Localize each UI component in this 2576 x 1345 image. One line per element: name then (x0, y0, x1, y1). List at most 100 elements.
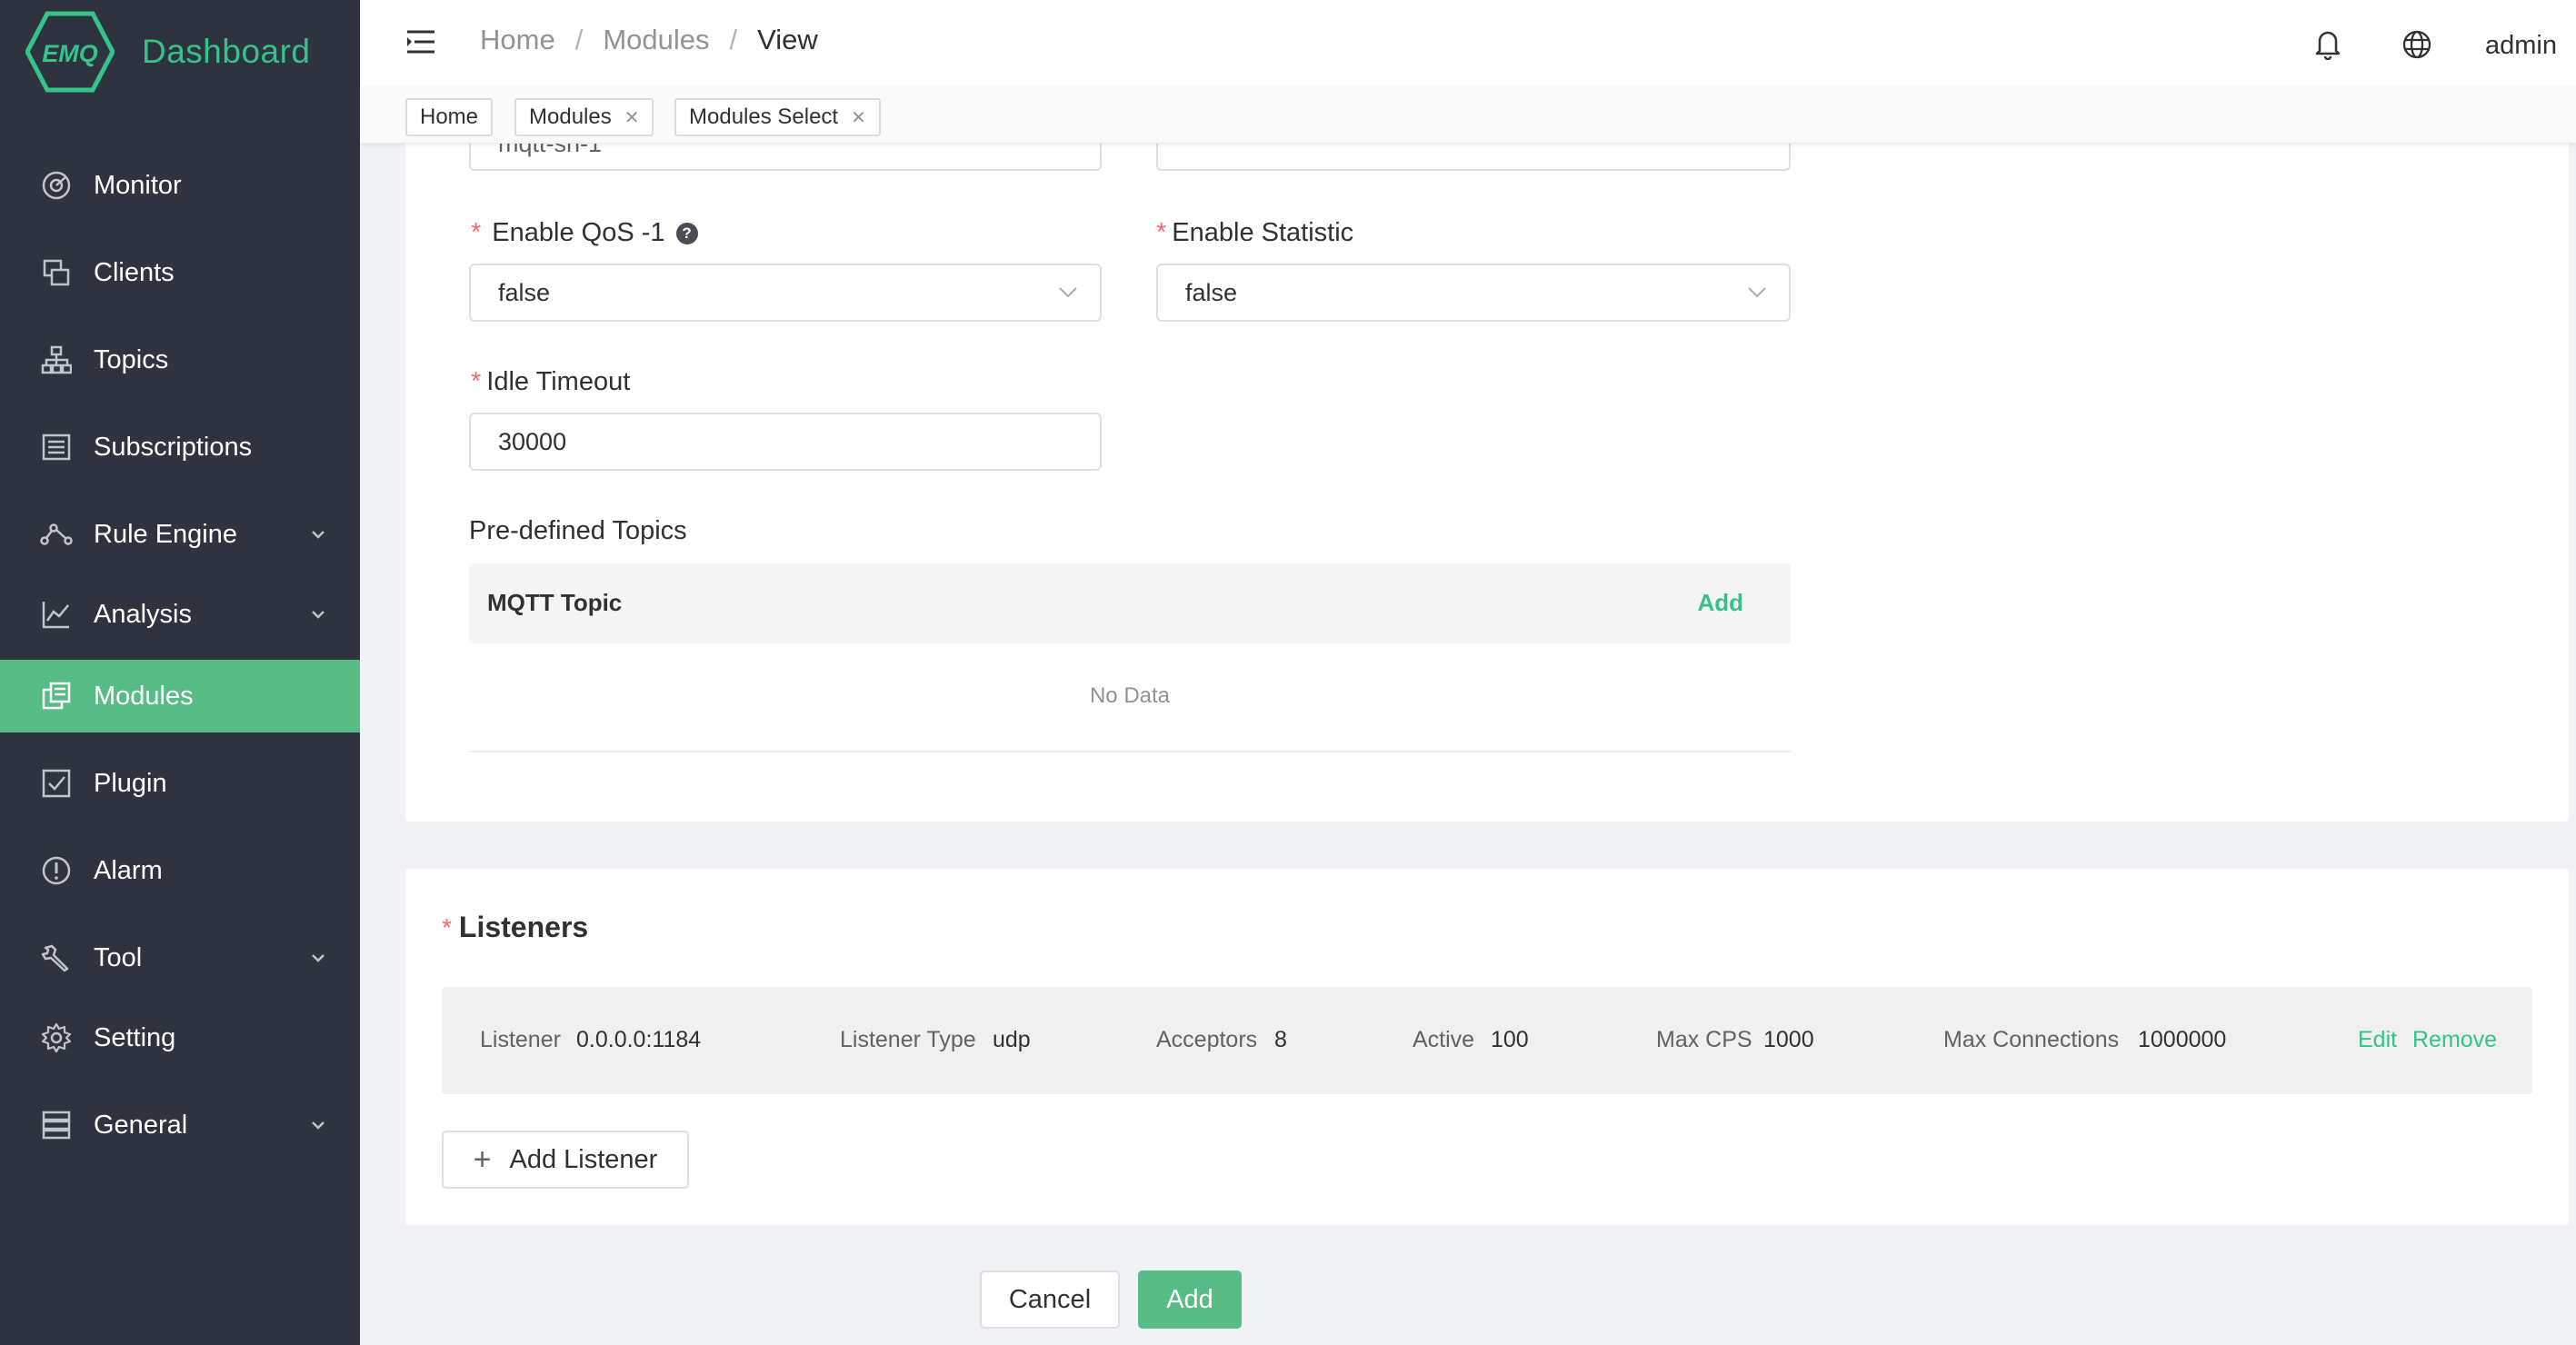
chevron-down-icon (312, 531, 324, 539)
section-title: Listeners (458, 911, 589, 943)
required-mark: * (442, 912, 452, 942)
predefined-topics-label: Pre-defined Topics (469, 516, 687, 546)
input-value: 30000 (498, 427, 567, 455)
submit-add-button[interactable]: Add (1138, 1270, 1242, 1329)
monitor-icon (40, 169, 73, 202)
subscriptions-icon (40, 431, 73, 463)
acceptors-key: Acceptors (1156, 1027, 1258, 1052)
sidebar-item-tool[interactable]: Tool (0, 922, 360, 994)
listener-row: Listener 0.0.0.0:1184 Listener Type udp … (442, 987, 2532, 1094)
chevron-down-icon (1748, 287, 1766, 298)
sidebar-item-label: Tool (94, 942, 143, 972)
breadcrumb-modules[interactable]: Modules (603, 24, 709, 56)
button-label: Add Listener (509, 1144, 658, 1174)
tag-modules[interactable]: Modules ✕ (514, 98, 654, 136)
sidebar-item-general[interactable]: General (0, 1089, 360, 1161)
clients-icon (40, 256, 73, 289)
select-value: false (498, 278, 551, 306)
header: Home / Modules / View admin (360, 0, 2576, 85)
sidebar-item-analysis[interactable]: Analysis (0, 578, 360, 651)
menu-toggle-icon[interactable] (407, 29, 434, 55)
logo[interactable]: EMQ Dashboard (25, 11, 311, 93)
select-value: false (1185, 278, 1238, 306)
sidebar-item-label: Plugin (94, 768, 167, 798)
idle-timeout-input[interactable]: 30000 (469, 413, 1102, 471)
active-key: Active (1413, 1027, 1475, 1052)
sidebar-item-monitor[interactable]: Monitor (0, 149, 360, 222)
chevron-down-icon (1059, 287, 1077, 298)
sidebar: EMQ Dashboard Monitor Clients Topics Sub… (0, 0, 360, 1345)
sidebar-item-label: Monitor (94, 170, 182, 200)
general-icon (40, 1109, 73, 1141)
close-icon[interactable]: ✕ (624, 106, 640, 129)
sidebar-item-clients[interactable]: Clients (0, 236, 360, 309)
max-connections-key: Max Connections (1943, 1027, 2120, 1052)
divider (469, 751, 1791, 752)
bell-icon[interactable] (2312, 27, 2343, 60)
gear-icon (40, 1021, 73, 1054)
tag-label: Home (420, 105, 479, 129)
label-text: Enable QoS -1 (492, 218, 665, 247)
active-value: 100 (1491, 1027, 1529, 1052)
label-text: Idle Timeout (486, 367, 631, 396)
breadcrumb-home[interactable]: Home (480, 24, 555, 56)
sidebar-item-label: Clients (94, 257, 175, 287)
emq-logo-icon: EMQ (25, 11, 115, 93)
sidebar-item-topics[interactable]: Topics (0, 324, 360, 396)
required-mark: * (471, 218, 482, 247)
max-cps-value: 1000 (1763, 1027, 1814, 1052)
chevron-down-icon (312, 954, 324, 962)
listener-key: Listener (480, 1027, 561, 1052)
listener-type-key: Listener Type (840, 1027, 976, 1052)
sidebar-item-label: Alarm (94, 855, 163, 885)
listener-type-value: udp (993, 1027, 1031, 1052)
button-label: Cancel (1008, 1284, 1092, 1314)
sidebar-item-label: Rule Engine (94, 519, 237, 549)
tag-label: Modules Select (689, 105, 839, 129)
max-cps-key: Max CPS (1656, 1027, 1752, 1052)
breadcrumb: Home / Modules / View (480, 24, 818, 56)
label-text: Enable Statistic (1172, 218, 1354, 247)
predefined-topics-table-header: MQTT Topic Add (469, 563, 1791, 643)
sidebar-item-plugin[interactable]: Plugin (0, 747, 360, 820)
listener-value: 0.0.0.0:1184 (576, 1027, 702, 1052)
logo-mark: EMQ (42, 40, 98, 67)
rule-engine-icon (40, 518, 73, 551)
max-connections-value: 1000000 (2138, 1027, 2227, 1052)
idle-timeout-label: * Idle Timeout (471, 367, 630, 397)
sidebar-item-label: General (94, 1110, 188, 1140)
add-listener-button[interactable]: + Add Listener (442, 1131, 689, 1189)
remove-listener-button[interactable]: Remove (2412, 1027, 2497, 1053)
topics-icon (40, 344, 73, 376)
sidebar-item-rule-engine[interactable]: Rule Engine (0, 498, 360, 571)
enable-statistic-select[interactable]: false (1156, 264, 1791, 322)
tag-modules-select[interactable]: Modules Select ✕ (674, 98, 881, 136)
column-header-mqtt-topic: MQTT Topic (487, 589, 623, 616)
globe-icon[interactable] (2401, 29, 2432, 60)
tag-home[interactable]: Home (405, 98, 494, 136)
add-topic-button[interactable]: Add (1697, 589, 1743, 617)
user-menu[interactable]: admin (2485, 31, 2557, 61)
sidebar-item-alarm[interactable]: Alarm (0, 834, 360, 907)
sidebar-item-setting[interactable]: Setting (0, 1001, 360, 1074)
sidebar-item-label: Modules (94, 681, 194, 711)
breadcrumb-separator: / (729, 24, 738, 55)
chevron-down-icon (312, 1121, 324, 1130)
close-icon[interactable]: ✕ (851, 106, 866, 129)
required-mark: * (471, 367, 482, 396)
modules-icon (40, 680, 73, 712)
sidebar-item-subscriptions[interactable]: Subscriptions (0, 411, 360, 483)
tag-label: Modules (529, 105, 612, 129)
label-text: Pre-defined Topics (469, 516, 687, 545)
required-mark: * (1156, 218, 1167, 247)
edit-listener-button[interactable]: Edit (2358, 1027, 2397, 1053)
sidebar-item-modules[interactable]: Modules (0, 660, 360, 732)
sidebar-item-label: Subscriptions (94, 432, 253, 462)
acceptors-value: 8 (1274, 1027, 1287, 1052)
analysis-icon (40, 598, 73, 631)
enable-qos-label: * Enable QoS -1 ? (471, 218, 698, 248)
enable-qos-select[interactable]: false (469, 264, 1102, 322)
help-icon[interactable]: ? (675, 222, 698, 244)
empty-state-text: No Data (1089, 683, 1171, 708)
cancel-button[interactable]: Cancel (980, 1270, 1120, 1329)
